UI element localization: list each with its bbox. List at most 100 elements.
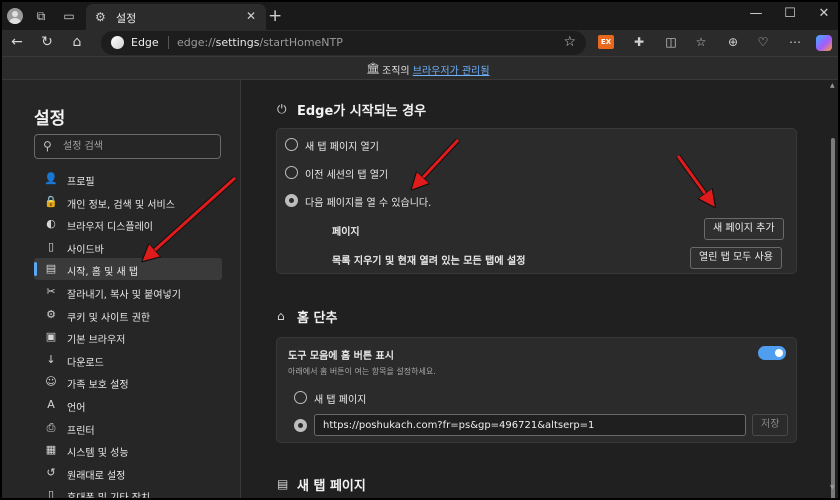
tab-strip: ⧉ ▭ ⚙ 설정 ✕ + — ☐ ✕ <box>2 2 838 30</box>
sidebar-item[interactable]: ◐ 브라우저 디스플레이 <box>34 213 222 235</box>
clear-list-label: 목록 지우기 및 현재 열려 있는 모든 탭에 설정 <box>332 256 526 267</box>
sidebar-item-label: 잘라내기, 복사 및 붙여넣기 <box>67 290 181 301</box>
home-url-input[interactable] <box>314 414 746 436</box>
extensions-icon[interactable]: ✚ <box>630 35 648 51</box>
download-icon: ↓ <box>46 352 56 366</box>
managed-link[interactable]: 브라우저가 관리됨 <box>413 66 490 77</box>
close-tab-icon[interactable]: ✕ <box>246 9 256 23</box>
settings-sidebar: 설정 ⚲ 👤 프로필 🔒 개인 정보, 검색 및 서비스 ◐ 브라우저 디스플레이 ▯ 사이드… <box>2 80 240 498</box>
sidebar-item[interactable]: ▯ 사이드바 <box>34 236 222 258</box>
home-button-toggle[interactable] <box>758 346 786 360</box>
more-menu-icon[interactable]: ⋯ <box>786 35 804 51</box>
home-option-newtab: 새 탭 페이지 <box>314 395 367 406</box>
tab-settings[interactable]: ⚙ 설정 ✕ <box>86 4 266 30</box>
scroll-up-icon[interactable]: ▲ <box>830 82 835 89</box>
sidebar-item[interactable]: ↺ 원래대로 설정 <box>34 462 222 484</box>
sidebar-item[interactable]: ↓ 다운로드 <box>34 349 222 371</box>
sidebar-item[interactable]: ⎙ 프린터 <box>34 417 222 439</box>
split-screen-icon[interactable]: ◫ <box>662 35 680 51</box>
home-page-icon: ▤ <box>45 262 57 276</box>
profile-icon: 👤 <box>44 172 58 185</box>
sidebar-item-label: 프린터 <box>67 425 95 437</box>
home-radio-newtab[interactable] <box>294 391 307 404</box>
startup-option-0: 새 탭 페이지 열기 <box>305 142 379 153</box>
sidebar-item[interactable]: ⚙ 쿠키 및 사이트 권한 <box>34 304 222 326</box>
pages-label: 페이지 <box>332 227 360 238</box>
sidebar-item[interactable]: ✂ 잘라내기, 복사 및 붙여넣기 <box>34 281 222 303</box>
browser-essentials-icon[interactable]: ♡ <box>754 35 772 51</box>
sidebar-item[interactable]: A 언어 <box>34 394 222 416</box>
back-icon[interactable]: ← <box>8 34 26 50</box>
power-icon: ⏻ <box>277 102 287 116</box>
browser-window: ⧉ ▭ ⚙ 설정 ✕ + — ☐ ✕ ← ↻ ⌂ Edge edge://set… <box>2 2 838 498</box>
main-scrollbar[interactable]: ▲ ▼ <box>830 80 838 498</box>
sidebar-item[interactable]: ▯ 휴대폰 및 기타 장치 <box>34 484 222 498</box>
profile-avatar[interactable] <box>6 7 24 25</box>
sidebar-item-label: 쿠키 및 사이트 권한 <box>67 312 151 324</box>
sidebar-icon: ▯ <box>47 239 55 253</box>
home-radio-url[interactable] <box>294 419 307 432</box>
sidebar-item[interactable]: ☺ 가족 보호 설정 <box>34 371 222 393</box>
sidebar-item-label: 기본 브라우저 <box>67 335 126 347</box>
printer-icon: ⎙ <box>46 420 56 434</box>
home-section-icon: ⌂ <box>277 309 285 323</box>
workspaces-icon[interactable]: ⧉ <box>32 7 50 25</box>
close-window-button[interactable]: ✕ <box>814 6 834 21</box>
search-input[interactable] <box>63 138 213 155</box>
gear-icon: ⚙ <box>95 10 106 24</box>
page-title: 설정 <box>34 109 66 129</box>
scroll-thumb[interactable] <box>831 138 835 498</box>
home-icon[interactable]: ⌂ <box>68 34 86 50</box>
sidebar-item-label: 시작, 홈 및 새 탭 <box>67 267 139 279</box>
startup-option-2: 다음 페이지를 열 수 있습니다. <box>305 198 432 209</box>
phone-icon: ▯ <box>47 488 55 498</box>
new-tab-button[interactable]: + <box>268 6 282 26</box>
address-url[interactable]: edge://settings/startHomeNTP <box>177 36 343 49</box>
startup-card: 새 탭 페이지 열기 이전 세션의 탭 열기 다음 페이지를 열 수 있습니다.… <box>276 128 797 274</box>
lock-icon: 🔒 <box>44 194 58 208</box>
copilot-icon[interactable] <box>816 35 832 51</box>
save-button[interactable]: 저장 <box>752 414 789 436</box>
tab-title: 설정 <box>116 12 137 25</box>
system-icon: ▦ <box>45 443 57 457</box>
language-icon: A <box>47 398 55 411</box>
minimize-button[interactable]: — <box>746 6 766 21</box>
startup-radio-2[interactable] <box>285 194 298 207</box>
sidebar-item[interactable]: ▦ 시스템 및 성능 <box>34 439 222 461</box>
sidebar-item[interactable]: 👤 프로필 <box>34 168 222 190</box>
sidebar-item-label: 프로필 <box>67 177 95 188</box>
scroll-down-icon[interactable]: ▼ <box>830 484 835 491</box>
sidebar-item[interactable]: ▤ 시작, 홈 및 새 탭 <box>34 258 222 281</box>
vertical-tabs-icon[interactable]: ▭ <box>60 7 78 25</box>
sidebar-item[interactable]: ▣ 기본 브라우저 <box>34 326 222 348</box>
startup-radio-1[interactable] <box>285 166 298 179</box>
collections-icon[interactable]: ⊕ <box>724 35 742 51</box>
home-description: 아래에서 홈 버튼이 여는 항목을 설정하세요. <box>288 367 436 376</box>
sidebar-item-label: 휴대폰 및 기타 장치 <box>67 489 150 498</box>
refresh-icon[interactable]: ↻ <box>38 34 56 50</box>
startup-title: Edge가 시작되는 경우 <box>297 104 427 119</box>
palette-icon: ◐ <box>46 217 56 231</box>
newtab-title: 새 탭 페이지 <box>297 479 366 494</box>
home-title: 홈 단추 <box>297 311 338 326</box>
add-page-button[interactable]: 새 페이지 추가 <box>704 218 784 240</box>
startup-radio-0[interactable] <box>285 138 298 151</box>
settings-search[interactable]: ⚲ <box>34 134 221 159</box>
use-open-tabs-button[interactable]: 열린 탭 모두 사용 <box>690 247 782 269</box>
browser-toolbar: ← ↻ ⌂ Edge edge://settings/startHomeNTP … <box>2 30 838 56</box>
extension-badge-icon[interactable]: EX <box>598 35 614 49</box>
family-icon: ☺ <box>45 375 57 389</box>
sidebar-item-label: 원래대로 설정 <box>67 470 126 482</box>
sidebar-item[interactable]: 🔒 개인 정보, 검색 및 서비스 <box>34 191 222 213</box>
sidebar-item-label: 개인 정보, 검색 및 서비스 <box>67 199 175 211</box>
address-separator <box>168 36 169 49</box>
favorites-icon[interactable]: ☆ <box>692 35 710 51</box>
site-name: Edge <box>131 36 159 49</box>
search-icon: ⚲ <box>43 139 52 153</box>
startup-option-1: 이전 세션의 탭 열기 <box>305 170 389 181</box>
favorite-star-icon[interactable]: ☆ <box>563 34 576 50</box>
sidebar-item-label: 시스템 및 성능 <box>67 448 129 460</box>
newtab-section-icon: ▤ <box>277 477 289 491</box>
address-bar[interactable]: Edge edge://settings/startHomeNTP ☆ <box>101 31 586 55</box>
maximize-button[interactable]: ☐ <box>780 6 800 21</box>
